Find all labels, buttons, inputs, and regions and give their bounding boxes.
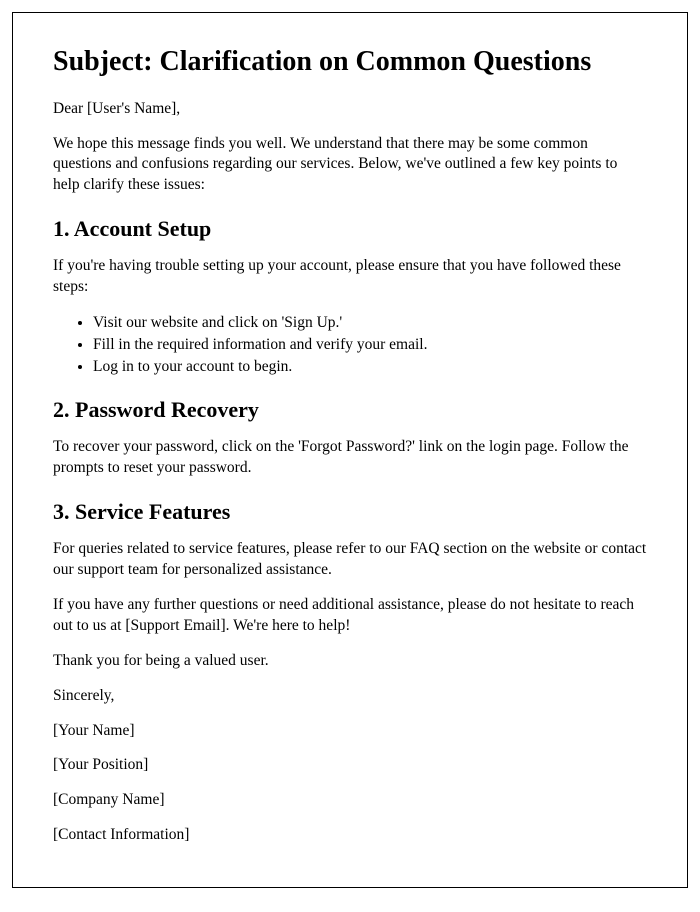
section-heading-service-features: 3. Service Features [53, 499, 647, 525]
signoff: Sincerely, [53, 686, 647, 707]
subject-heading: Subject: Clarification on Common Questio… [53, 45, 647, 79]
signature-name: [Your Name] [53, 721, 647, 742]
section-body-service-features: For queries related to service features,… [53, 539, 647, 581]
signature-position: [Your Position] [53, 755, 647, 776]
intro-paragraph: We hope this message finds you well. We … [53, 134, 647, 197]
signature-company: [Company Name] [53, 790, 647, 811]
account-setup-steps: Visit our website and click on 'Sign Up.… [93, 312, 647, 377]
signature-contact: [Contact Information] [53, 825, 647, 846]
section-body-password-recovery: To recover your password, click on the '… [53, 437, 647, 479]
list-item: Visit our website and click on 'Sign Up.… [93, 312, 647, 334]
closing-paragraph-thanks: Thank you for being a valued user. [53, 651, 647, 672]
section-body-account-setup: If you're having trouble setting up your… [53, 256, 647, 298]
closing-paragraph-help: If you have any further questions or nee… [53, 595, 647, 637]
section-heading-account-setup: 1. Account Setup [53, 216, 647, 242]
greeting-line: Dear [User's Name], [53, 99, 647, 120]
list-item: Log in to your account to begin. [93, 356, 647, 378]
document-page: Subject: Clarification on Common Questio… [12, 12, 688, 888]
section-heading-password-recovery: 2. Password Recovery [53, 397, 647, 423]
list-item: Fill in the required information and ver… [93, 334, 647, 356]
